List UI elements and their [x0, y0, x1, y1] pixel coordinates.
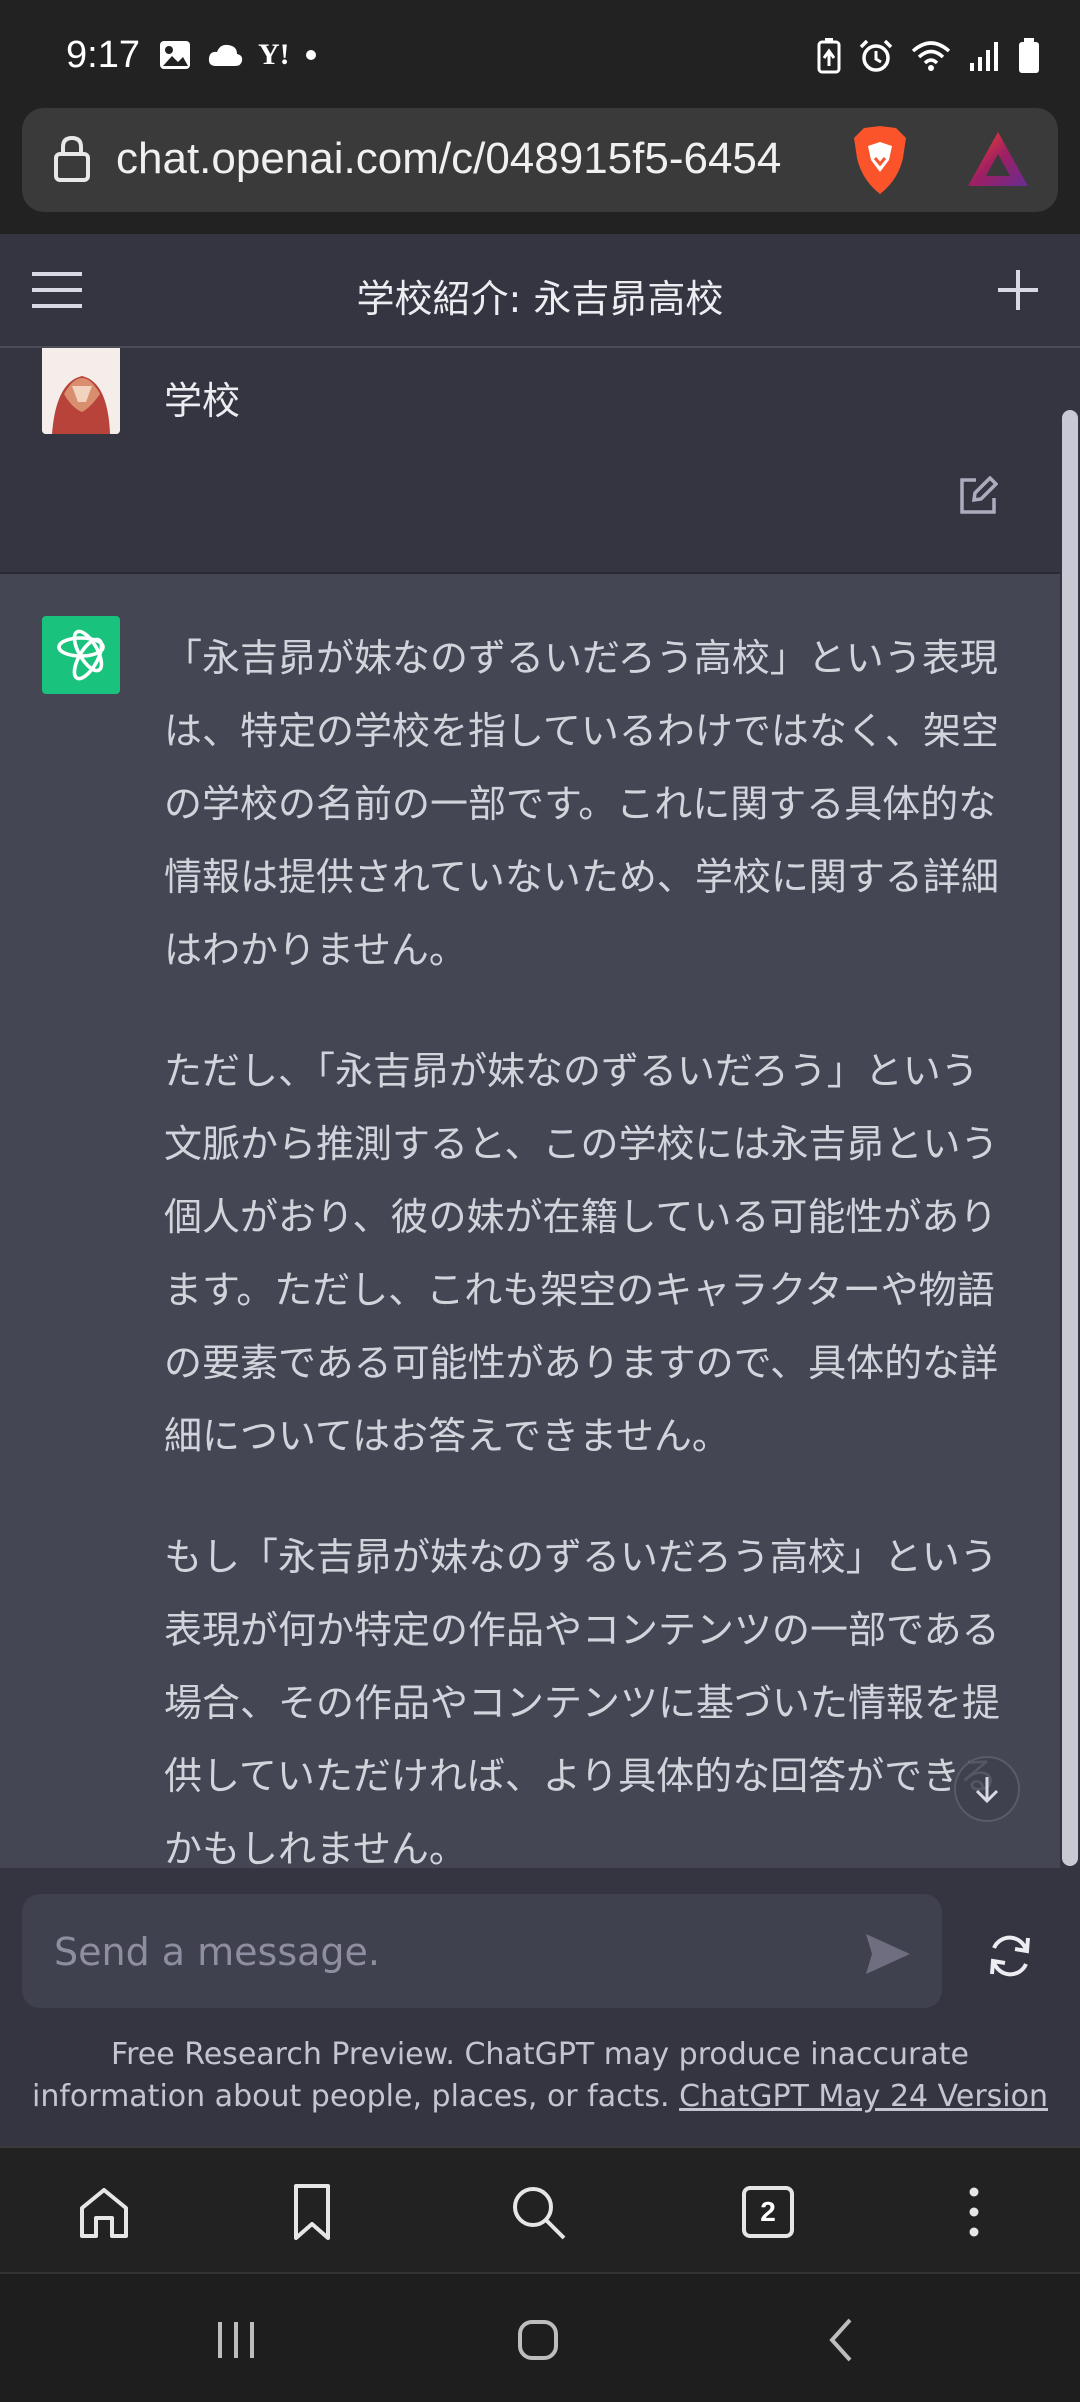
tab-count: 2 [742, 2186, 794, 2238]
alarm-icon [859, 39, 893, 72]
brave-shields-icon[interactable] [850, 124, 910, 196]
browser-toolbar: chat.openai.com/c/048915f5-6454 [0, 108, 1080, 234]
chat-header: 学校紹介: 永吉昴高校 [0, 234, 1080, 348]
user-message: 「永吉昴が妹なのずるいだろう高校」ってどんな学校 [0, 348, 1060, 574]
chatgpt-logo-icon [42, 616, 120, 694]
send-icon[interactable] [860, 1926, 916, 1982]
battery-icon [1019, 38, 1039, 73]
scrollbar[interactable] [1062, 410, 1078, 1866]
url-text[interactable]: chat.openai.com/c/048915f5-6454 [116, 134, 846, 184]
dot-icon [305, 50, 316, 60]
edit-icon[interactable] [958, 476, 998, 516]
bookmark-icon[interactable] [282, 2182, 342, 2242]
status-bar: 9:17 Y! [0, 0, 1080, 108]
yahoo-icon: Y! [258, 38, 290, 71]
tabs-button[interactable]: 2 [736, 2182, 796, 2242]
home-icon[interactable] [74, 2182, 134, 2242]
chat-title: 学校紹介: 永吉昴高校 [356, 277, 724, 321]
assistant-message: 「永吉昴が妹なのずるいだろう高校」という表現は、特定の学校を指しているわけではな… [0, 574, 1060, 1868]
message-input-box[interactable] [22, 1894, 942, 2008]
scroll-to-bottom-button[interactable] [954, 1756, 1020, 1822]
address-bar[interactable]: chat.openai.com/c/048915f5-6454 [22, 108, 1058, 212]
answer-paragraph: 「永吉昴が妹なのずるいだろう高校」という表現は、特定の学校を指しているわけではな… [164, 636, 999, 972]
gallery-icon [160, 41, 190, 69]
status-right-icons [816, 38, 1040, 74]
version-link[interactable]: ChatGPT May 24 Version [679, 2079, 1048, 2114]
signal-icon [970, 42, 998, 71]
cloud-icon [208, 44, 243, 66]
status-left-icons: Y! [158, 38, 318, 72]
message-input[interactable] [52, 1922, 836, 1982]
user-avatar [42, 348, 120, 434]
more-options-icon[interactable] [944, 2182, 1004, 2242]
home-nav-icon[interactable] [508, 2310, 568, 2370]
browser-bottom-bar: 2 [0, 2146, 1080, 2274]
assistant-message-text: 「永吉昴が妹なのずるいだろう高校」という表現は、特定の学校を指しているわけではな… [164, 622, 1009, 1868]
new-chat-icon[interactable] [996, 268, 1040, 312]
status-time: 9:17 [66, 34, 140, 76]
search-icon[interactable] [508, 2182, 568, 2242]
regenerate-icon[interactable] [982, 1928, 1038, 1984]
android-navigation-bar [0, 2272, 1080, 2402]
brave-rewards-icon[interactable] [966, 130, 1030, 188]
back-icon[interactable] [812, 2310, 872, 2370]
arrow-down-icon [975, 1777, 999, 1804]
battery-saver-icon [817, 38, 841, 74]
disclaimer: Free Research Preview. ChatGPT may produ… [30, 2034, 1050, 2118]
answer-paragraph: ただし、「永吉昴が妹なのずるいだろう」という文脈から推測すると、この学校には永吉… [164, 1049, 999, 1458]
answer-paragraph: もし「永吉昴が妹なのずるいだろう高校」という表現が何か特定の作品やコンテンツの一… [164, 1535, 1001, 1868]
composer-area: Free Research Preview. ChatGPT may produ… [0, 1868, 1080, 2146]
recent-apps-icon[interactable] [206, 2310, 266, 2370]
user-message-text: 「永吉昴が妹なのずるいだろう高校」ってどんな学校 [164, 348, 996, 423]
lock-icon [54, 135, 90, 182]
wifi-icon [911, 41, 951, 71]
